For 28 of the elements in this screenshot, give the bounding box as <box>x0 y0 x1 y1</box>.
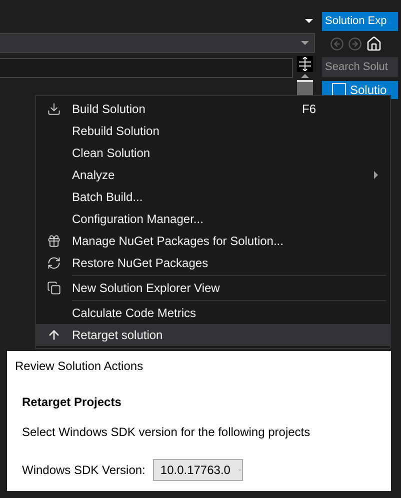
menu-item[interactable]: Clean Solution <box>36 142 390 164</box>
field-label: Windows SDK Version: <box>22 463 146 477</box>
home-icon[interactable] <box>366 36 382 52</box>
menu-item[interactable]: Analyze <box>36 164 390 186</box>
dialog-title: Review Solution Actions <box>15 359 144 373</box>
menu-item[interactable]: New Solution Explorer View <box>36 277 390 299</box>
version-dropdown[interactable]: 10.0.17763.0 <box>153 459 244 481</box>
scroll-thumb[interactable] <box>297 80 313 96</box>
menu-item[interactable]: Build Solution F6 <box>36 98 390 120</box>
gift-icon <box>47 234 61 248</box>
menu-item[interactable]: Batch Build... <box>36 186 390 208</box>
windows-icon <box>47 281 61 295</box>
menu-item[interactable]: Retarget solution <box>36 324 390 346</box>
download-icon <box>47 102 61 116</box>
dropdown-arrow-icon <box>301 41 309 45</box>
refresh-icon <box>47 256 61 270</box>
input-field[interactable] <box>0 58 293 78</box>
search-field[interactable]: Search Solut <box>322 57 398 77</box>
splitter-icon[interactable] <box>297 56 313 72</box>
section-heading: Retarget Projects <box>22 395 122 409</box>
menu-item[interactable]: Calculate Code Metrics <box>36 302 390 324</box>
menu-item[interactable]: Rebuild Solution <box>36 120 390 142</box>
panel-title: Solution Exp <box>322 12 398 31</box>
menu-item[interactable]: Configuration Manager... <box>36 208 390 230</box>
dropdown-arrow-icon[interactable] <box>305 19 313 23</box>
menu-item[interactable]: Restore NuGet Packages <box>36 252 390 274</box>
description-text: Select Windows SDK version for the following projects <box>22 425 312 439</box>
menu-item[interactable]: Manage NuGet Packages for Solution... <box>36 230 390 252</box>
